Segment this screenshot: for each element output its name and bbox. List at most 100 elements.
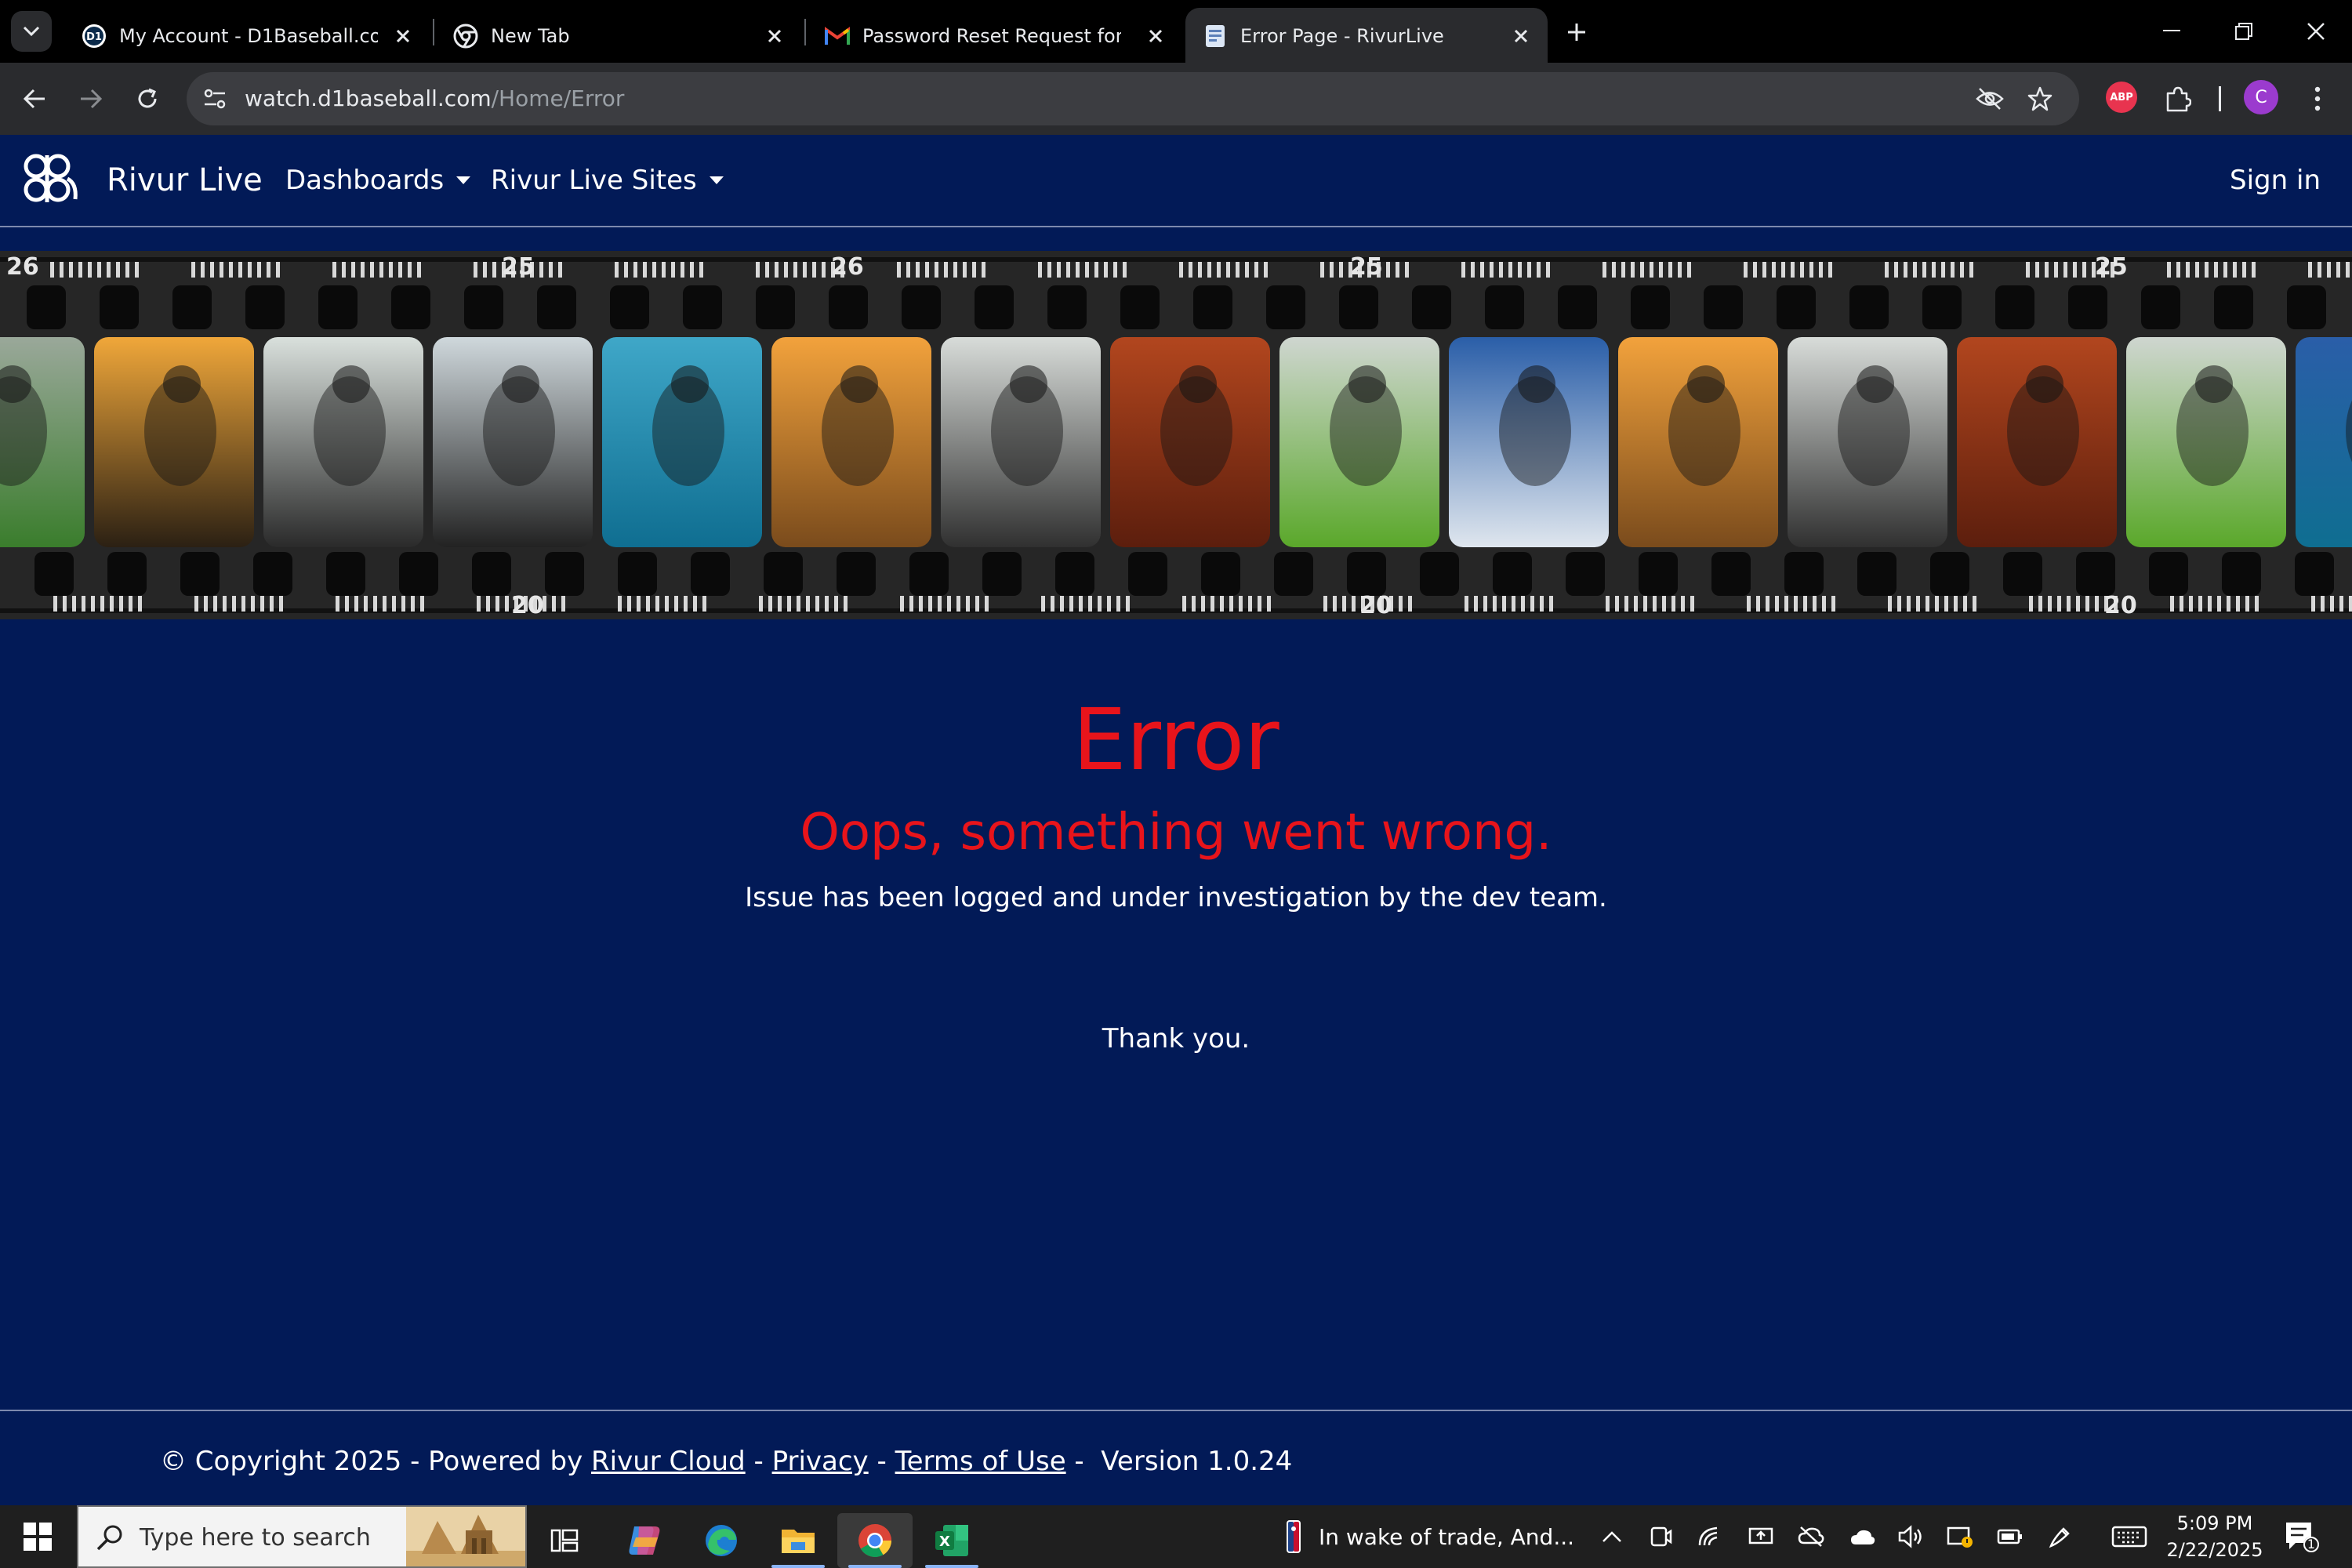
close-tab-icon[interactable]	[1508, 24, 1534, 49]
excel-button[interactable]: X	[914, 1513, 989, 1568]
sprocket-hole	[1857, 552, 1896, 596]
nav-dashboards-dropdown[interactable]: Dashboards	[285, 162, 471, 199]
edge-mark	[1753, 262, 1757, 278]
bookmark-star-icon[interactable]	[2024, 83, 2056, 114]
battery-icon[interactable]	[1994, 1521, 2026, 1552]
edge-mark	[1512, 596, 1515, 612]
tab-password-reset[interactable]: Password Reset Request for D1B	[808, 8, 1182, 63]
privacy-link[interactable]: Privacy	[772, 1446, 869, 1477]
minimize-button[interactable]	[2148, 11, 2195, 52]
address-bar[interactable]: watch.d1baseball.com/Home/Error	[187, 72, 2079, 125]
adblock-extension-icon[interactable]: ABP	[2106, 82, 2137, 113]
extensions-button[interactable]	[2159, 80, 2197, 118]
volume-icon[interactable]	[1896, 1521, 1927, 1552]
edge-mark	[2057, 596, 2061, 612]
cloud-off-icon[interactable]	[1795, 1521, 1827, 1552]
edge-mark	[238, 262, 242, 278]
site-footer: © Copyright 2025 - Powered by Rivur Clou…	[0, 1410, 2352, 1505]
news-widget[interactable]: In wake of trade, And...	[1286, 1518, 1574, 1555]
tab-new-tab[interactable]: New Tab	[436, 8, 801, 63]
edge-mark	[116, 262, 120, 278]
edge-mark	[1744, 262, 1748, 278]
url-text[interactable]: watch.d1baseball.com/Home/Error	[245, 85, 624, 113]
tab-error-page[interactable]: Error Page - RivurLive	[1185, 8, 1548, 63]
sprocket-hole	[27, 285, 66, 329]
close-tab-icon[interactable]	[390, 24, 416, 49]
edge-mark	[1179, 262, 1183, 278]
copilot-button[interactable]	[607, 1513, 682, 1568]
close-tab-icon[interactable]	[762, 24, 787, 49]
edge-mark	[822, 262, 826, 278]
security-update-icon[interactable]	[1944, 1521, 1976, 1552]
edge-mark	[615, 262, 619, 278]
edge-mark	[1094, 262, 1098, 278]
profile-avatar[interactable]: C	[2244, 80, 2278, 114]
tab-my-account[interactable]: D1 My Account - D1Baseball.com	[64, 8, 430, 63]
sprocket-hole	[1274, 552, 1313, 596]
sprocket-hole	[545, 552, 584, 596]
rivur-logo-icon[interactable]	[19, 152, 82, 205]
site-brand[interactable]: Rivur Live	[107, 158, 263, 202]
edge-mark	[549, 262, 553, 278]
restore-button[interactable]	[2220, 11, 2267, 52]
display-icon[interactable]	[1745, 1521, 1777, 1552]
sign-in-link[interactable]: Sign in	[2230, 162, 2321, 199]
plus-icon	[1568, 24, 1585, 41]
terms-of-use-link[interactable]: Terms of Use	[895, 1446, 1066, 1477]
back-button[interactable]	[16, 80, 53, 118]
edge-mark	[2067, 596, 2071, 612]
edge-mark	[270, 596, 274, 612]
edge-mark	[539, 262, 543, 278]
edge-mark	[260, 596, 264, 612]
edge-mark	[408, 262, 412, 278]
close-tab-icon[interactable]	[1143, 24, 1168, 49]
athlete-head	[671, 365, 709, 403]
edge-mark	[2180, 596, 2183, 612]
eye-slash-icon[interactable]	[1974, 83, 2005, 114]
browser-menu-button[interactable]	[2299, 80, 2336, 118]
new-tab-button[interactable]	[1560, 16, 1593, 49]
wifi-icon[interactable]	[1693, 1521, 1725, 1552]
forward-button[interactable]	[72, 80, 110, 118]
onedrive-icon[interactable]	[1847, 1521, 1878, 1552]
site-settings-icon[interactable]	[199, 83, 230, 114]
tab-search-button[interactable]	[11, 11, 52, 52]
error-subtitle: Oops, something went wrong.	[800, 804, 1552, 862]
edge-mark	[1800, 262, 1804, 278]
excel-icon: X	[935, 1525, 968, 1556]
sprocket-hole	[618, 552, 657, 596]
taskbar-clock[interactable]: 5:09 PM 2/22/2025	[2164, 1510, 2266, 1563]
error-message: Issue has been logged and under investig…	[745, 882, 1607, 913]
taskbar-search-box[interactable]: Type here to search	[77, 1505, 527, 1568]
sprocket-hole	[464, 285, 503, 329]
edge-mark	[972, 262, 976, 278]
edge-mark	[351, 262, 355, 278]
notification-center-button[interactable]: 1	[2285, 1521, 2319, 1554]
start-button[interactable]	[16, 1518, 60, 1555]
edge-mark	[806, 596, 810, 612]
edge-mark	[1960, 262, 1964, 278]
edge-mark	[1041, 596, 1045, 612]
task-view-button[interactable]	[527, 1513, 602, 1568]
edge-mark	[1226, 262, 1230, 278]
edge-mark	[1916, 596, 1920, 612]
meet-icon[interactable]	[1645, 1521, 1676, 1552]
nav-rivur-live-sites-dropdown[interactable]: Rivur Live Sites	[491, 162, 724, 199]
touch-keyboard-icon[interactable]	[2109, 1521, 2150, 1552]
file-explorer-button[interactable]	[760, 1513, 836, 1568]
rivur-cloud-link[interactable]: Rivur Cloud	[591, 1446, 746, 1477]
close-window-button[interactable]	[2292, 11, 2339, 52]
edge-button[interactable]	[684, 1513, 759, 1568]
reload-button[interactable]	[129, 80, 166, 118]
minimize-icon	[2163, 30, 2180, 31]
tab-divider	[433, 19, 434, 45]
sprocket-hole	[1485, 285, 1524, 329]
chrome-button[interactable]	[837, 1513, 913, 1568]
edge-mark	[1051, 596, 1054, 612]
pen-icon[interactable]	[2045, 1521, 2076, 1552]
show-hidden-icons-button[interactable]	[1596, 1521, 1628, 1552]
edge-mark	[1490, 262, 1494, 278]
sprocket-hole	[1704, 285, 1743, 329]
edge-mark	[1104, 262, 1108, 278]
edge-mark	[1217, 262, 1221, 278]
